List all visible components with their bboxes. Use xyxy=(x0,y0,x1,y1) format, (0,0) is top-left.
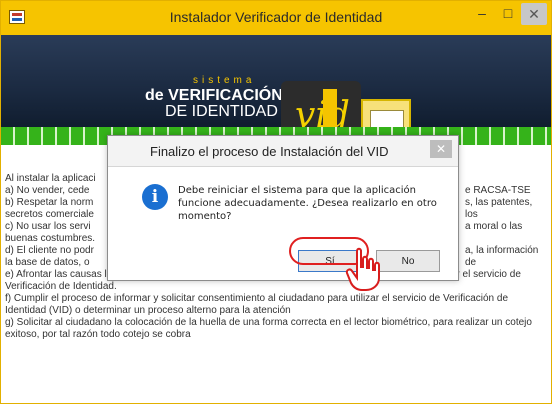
title-bar: Instalador Verificador de Identidad – □ … xyxy=(1,1,551,35)
dialog-close-button[interactable]: ✕ xyxy=(430,140,452,158)
terms-paragraph-f: f) Cumplir el proceso de informar y soli… xyxy=(5,293,509,316)
restart-dialog: Finalizo el proceso de Instalación del V… xyxy=(107,135,459,281)
close-button[interactable]: ✕ xyxy=(521,3,547,25)
dialog-title: Finalizo el proceso de Instalación del V… xyxy=(150,144,389,159)
header-banner: sistema de VERIFICACIÓN DE IDENTIDAD vid xyxy=(1,35,551,155)
terms-fragment: e RACSA-TSE xyxy=(465,185,531,196)
terms-fragment: a moral o las xyxy=(465,221,523,232)
minimize-button[interactable]: – xyxy=(469,1,495,25)
dialog-title-bar: Finalizo el proceso de Instalación del V… xyxy=(108,136,458,167)
terms-fragment: s, las patentes, los xyxy=(465,197,533,220)
no-button[interactable]: No xyxy=(376,250,440,272)
hand-pointer-icon xyxy=(345,247,380,291)
terms-paragraph-g: g) Solicitar al ciudadano la colocación … xyxy=(5,317,532,340)
banner-title-line2: DE IDENTIDAD xyxy=(165,103,278,120)
terms-line: Verificación de Identidad. xyxy=(5,281,117,292)
banner-sistema-text: sistema xyxy=(193,75,256,86)
dialog-message: Debe reiniciar el sistema para que la ap… xyxy=(178,185,437,222)
terms-fragment: a, la información de xyxy=(465,245,539,268)
maximize-button[interactable]: □ xyxy=(495,1,521,25)
info-icon: i xyxy=(142,184,168,210)
installer-window: Instalador Verificador de Identidad – □ … xyxy=(0,0,552,404)
